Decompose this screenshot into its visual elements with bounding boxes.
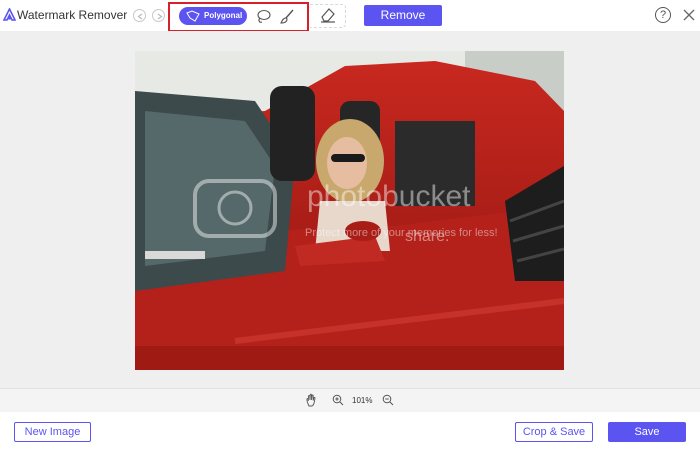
watermark-text: photobucket	[307, 180, 471, 213]
selection-tools-highlight: Polygonal	[168, 2, 309, 32]
redo-icon	[157, 13, 163, 20]
redo-button[interactable]	[152, 9, 165, 22]
hand-icon[interactable]	[305, 393, 319, 407]
bottom-bar: New Image Crop & Save Save	[0, 412, 700, 449]
polygonal-label: Polygonal	[204, 11, 243, 20]
watermark-subtext: Protect more of your memories for less!	[305, 227, 498, 239]
watermark-remover-app: Watermark Remover Polygonal Remove ? pho…	[0, 0, 700, 449]
eraser-icon[interactable]	[319, 6, 337, 24]
brush-tool-icon[interactable]	[278, 7, 298, 27]
zoom-bar: 101%	[0, 388, 700, 412]
watermark-share-text: share.	[405, 228, 449, 245]
image-canvas[interactable]: photobucket Protect more of your memorie…	[0, 31, 700, 388]
save-button[interactable]: Save	[608, 422, 686, 442]
zoom-level: 101%	[352, 396, 373, 405]
polygonal-icon	[186, 10, 200, 22]
photo-illustration: photobucket Protect more of your memorie…	[135, 51, 564, 370]
crop-save-button[interactable]: Crop & Save	[515, 422, 593, 442]
undo-button[interactable]	[133, 9, 146, 22]
app-logo-icon	[3, 8, 16, 21]
new-image-button[interactable]: New Image	[14, 422, 91, 442]
app-title: Watermark Remover	[17, 8, 128, 22]
undo-icon	[137, 13, 143, 20]
help-button[interactable]: ?	[655, 7, 671, 23]
polygonal-tool-button[interactable]: Polygonal	[179, 7, 247, 25]
top-bar: Watermark Remover Polygonal Remove ?	[0, 0, 700, 32]
car-photo[interactable]: photobucket Protect more of your memorie…	[135, 51, 564, 370]
remove-button[interactable]: Remove	[364, 5, 442, 26]
lasso-tool-icon[interactable]	[254, 7, 274, 27]
close-icon[interactable]	[681, 7, 697, 23]
zoom-in-icon[interactable]	[332, 394, 344, 406]
zoom-out-icon[interactable]	[382, 394, 394, 406]
